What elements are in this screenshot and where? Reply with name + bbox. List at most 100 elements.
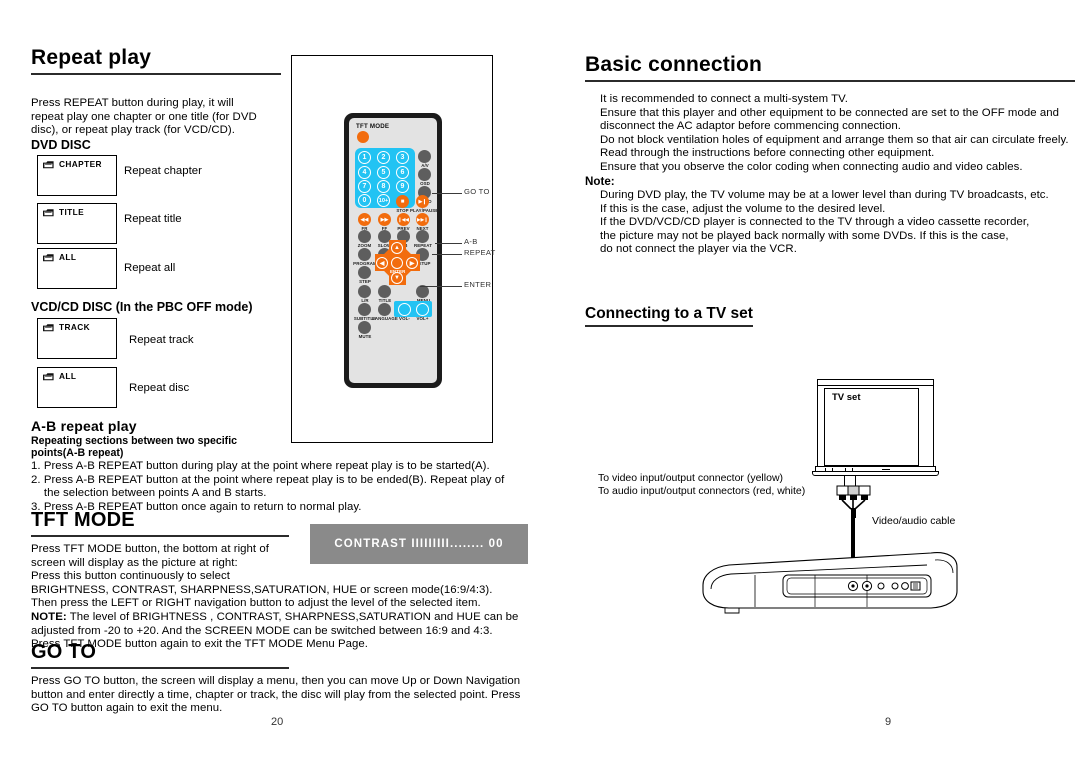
remote-button-fr[interactable]: ◀◀	[358, 213, 371, 226]
connecting-to-tv-section: Connecting to a TV set	[585, 305, 753, 327]
remote-dpad-up-icon[interactable]: ▲	[391, 242, 403, 254]
remote-button-0[interactable]: 0	[358, 194, 371, 207]
remote-button-mute[interactable]	[358, 321, 371, 334]
callout-line-ab	[435, 243, 462, 244]
repeat-folder-icon	[42, 372, 55, 381]
remote-button-tft-mode[interactable]	[357, 131, 369, 143]
basic-connection-body: It is recommended to connect a multi-sys…	[600, 93, 1080, 175]
badge-label: TRACK	[59, 322, 91, 332]
badge-label: ALL	[59, 371, 77, 381]
remote-button-3[interactable]: 3	[396, 151, 409, 164]
remote-button-9[interactable]: 9	[396, 180, 409, 193]
connecting-to-tv-title: Connecting to a TV set	[585, 305, 753, 327]
audio-connector-note: To audio input/output connectors (red, w…	[598, 485, 806, 497]
badge-label: CHAPTER	[59, 159, 102, 169]
remote-button-ff[interactable]: ▶▶	[378, 213, 391, 226]
remote-figure-frame: TFT MODE 1 2 3 4 5 6 7 8 9 0 10+ A/V OSD…	[291, 55, 496, 443]
tv-set-label: TV set	[832, 392, 861, 403]
ab-step-2: 2. Press A-B REPEAT button at the point …	[31, 473, 505, 486]
tft-line-3: Press this button continuously to select	[31, 570, 230, 583]
video-audio-cable-label: Video/audio cable	[872, 515, 956, 527]
goto-line-3: GO TO button again to exit the menu.	[31, 702, 223, 715]
repeat-folder-icon	[42, 253, 55, 262]
remote-tag-mute: MUTE	[358, 334, 372, 339]
remote-button-enter[interactable]	[391, 257, 403, 269]
tft-line-4: BRIGHTNESS, CONTRAST, SHARPNESS,SATURATI…	[31, 583, 493, 596]
remote-dpad-left-icon[interactable]: ◀	[376, 257, 388, 269]
page-title-repeat-play: Repeat play	[31, 46, 281, 75]
remote-control-body: TFT MODE 1 2 3 4 5 6 7 8 9 0 10+ A/V OSD…	[344, 113, 442, 388]
remote-button-osd[interactable]	[418, 168, 431, 181]
right-page: Basic connection It is recommended to co…	[540, 0, 1080, 764]
tv-jack-mark-1	[825, 468, 826, 471]
bc-line-6: Ensure that you observe the color coding…	[600, 160, 1023, 173]
remote-button-av[interactable]	[418, 150, 431, 163]
remote-button-8[interactable]: 8	[377, 180, 390, 193]
tv-jack-mark-3	[845, 468, 846, 471]
remote-button-language[interactable]	[378, 303, 391, 316]
tv-jack-mark-2	[832, 468, 833, 471]
basic-connection-section: Basic connection	[585, 53, 1075, 82]
badge-label: TITLE	[59, 207, 85, 217]
remote-button-step[interactable]	[358, 266, 371, 279]
remote-button-4[interactable]: 4	[358, 166, 371, 179]
remote-button-6[interactable]: 6	[396, 166, 409, 179]
remote-button-1[interactable]: 1	[358, 151, 371, 164]
callout-label-repeat: REPEAT	[464, 248, 496, 257]
badge-label: ALL	[59, 252, 77, 262]
repeat-desc-all-dvd: Repeat all	[124, 262, 176, 274]
remote-button-next[interactable]: ▶▶❙	[416, 213, 429, 226]
remote-button-zoom[interactable]	[358, 230, 371, 243]
remote-button-repeat[interactable]	[416, 230, 429, 243]
callout-label-goto: GO TO	[464, 187, 490, 196]
tft-line-2: screen will display as the picture at ri…	[31, 556, 238, 569]
remote-tag-step: STEP	[359, 279, 371, 284]
tft-note-label: NOTE:	[31, 610, 67, 623]
remote-tag-vol-up: VOL+	[416, 316, 429, 321]
tv-stand	[812, 471, 939, 476]
note-line-4: the picture may not be played back norma…	[600, 229, 1009, 242]
note-body: During DVD play, the TV volume may be at…	[600, 189, 1080, 257]
go-to-title: GO TO	[31, 641, 289, 669]
page-number-left: 20	[271, 716, 284, 728]
goto-line-2: button and enter directly a time, chapte…	[31, 688, 521, 701]
remote-button-5[interactable]: 5	[377, 166, 390, 179]
remote-button-stop[interactable]: ■	[396, 195, 409, 208]
note-line-3: If the DVD/VCD/CD player is connected to…	[600, 216, 1030, 229]
ab-subtitle-line-2: points(A-B repeat)	[31, 447, 124, 459]
repeat-folder-icon	[42, 323, 55, 332]
remote-button-subtitle[interactable]	[358, 303, 371, 316]
remote-button-7[interactable]: 7	[358, 180, 371, 193]
remote-button-volume-down[interactable]	[398, 303, 411, 316]
remote-button-10plus[interactable]: 10+	[377, 194, 390, 207]
bc-line-4: Do not block ventilation holes of equipm…	[600, 133, 1069, 146]
bc-line-1: It is recommended to connect a multi-sys…	[600, 93, 848, 105]
callout-line-enter	[420, 286, 462, 287]
repeat-desc-chapter: Repeat chapter	[124, 165, 202, 177]
remote-button-volume-up[interactable]	[416, 303, 429, 316]
repeat-folder-icon	[42, 160, 55, 169]
remote-dpad-right-icon[interactable]: ▶	[406, 257, 418, 269]
remote-tag-enter: ENTER	[390, 269, 406, 274]
remote-button-lr[interactable]	[358, 285, 371, 298]
callout-label-enter: ENTER	[464, 280, 492, 289]
callout-label-ab: A-B	[464, 237, 478, 246]
repeat-play-intro: Press REPEAT button during play, it will…	[31, 97, 291, 138]
dvd-disc-heading: DVD DISC	[31, 138, 91, 152]
note-line-1: During DVD play, the TV volume may be at…	[600, 189, 1049, 201]
tft-note: NOTE: The level of BRIGHTNESS , CONTRAST…	[31, 611, 536, 625]
vcd-disc-heading: VCD/CD DISC (In the PBC OFF mode)	[31, 300, 253, 314]
repeat-folder-icon	[42, 208, 55, 217]
repeat-badge-chapter: CHAPTER	[37, 155, 117, 196]
repeat-play-section: Repeat play	[31, 46, 281, 75]
remote-button-play-pause[interactable]: ▶❙	[416, 195, 429, 208]
remote-button-prev[interactable]: ❙◀◀	[397, 213, 410, 226]
remote-button-program[interactable]	[358, 248, 371, 261]
bc-line-5: Read through the instructions before con…	[600, 147, 935, 160]
remote-button-title[interactable]	[378, 285, 391, 298]
remote-tft-mode-label: TFT MODE	[356, 123, 390, 130]
repeat-badge-title: TITLE	[37, 203, 117, 244]
go-to-section: GO TO	[31, 641, 289, 669]
remote-button-2[interactable]: 2	[377, 151, 390, 164]
goto-line-1: Press GO TO button, the screen will disp…	[31, 675, 521, 687]
